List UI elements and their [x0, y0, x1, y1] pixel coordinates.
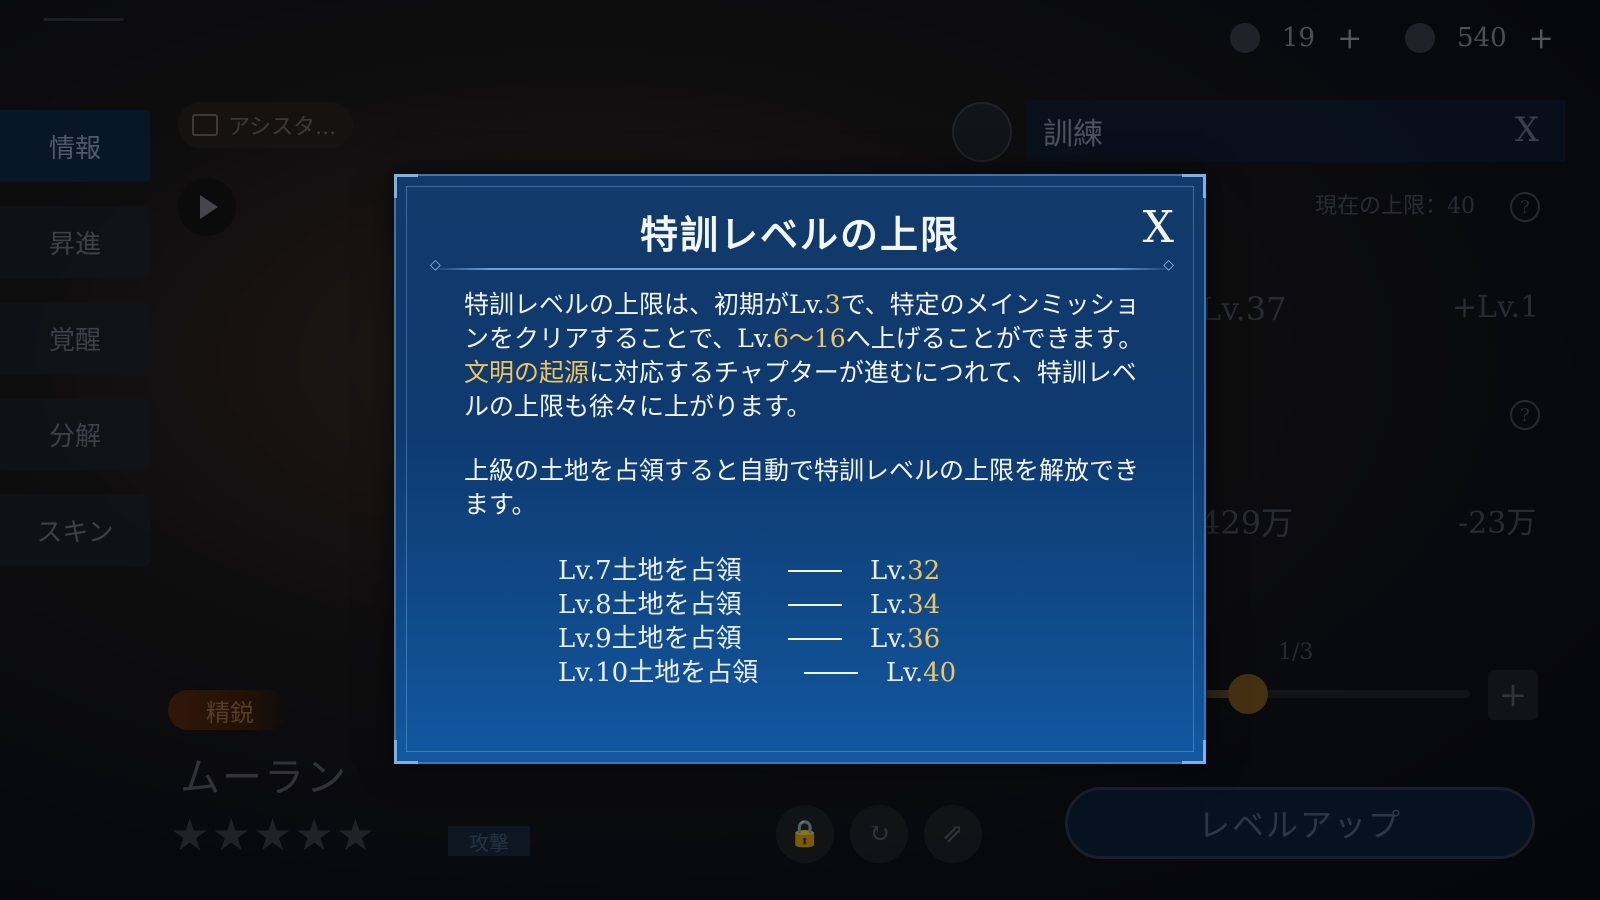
level-up-button[interactable]: レベルアップ	[1065, 787, 1535, 859]
separator-line	[788, 638, 842, 640]
help-icon[interactable]: ?	[1510, 192, 1540, 222]
tab-skin[interactable]: スキン	[0, 494, 150, 566]
level-value: 32	[907, 556, 941, 586]
dialog-title: 特訓レベルの上限	[639, 212, 960, 257]
page-indicator: 1/3	[1278, 640, 1314, 665]
power-value: 429万	[1200, 504, 1294, 542]
highlight-initial-level: 3	[824, 290, 841, 319]
unlock-row: Lv.10土地を占領 Lv.40	[558, 656, 956, 690]
separator-line	[804, 672, 858, 674]
power-delta: -23万	[1458, 506, 1537, 541]
territory-paragraph: 上級の土地を占領すると自動で特訓レベルの上限を解放できます。	[464, 456, 1140, 519]
unlock-condition: Lv.7土地を占領	[558, 556, 742, 586]
grade-badge: 精鋭	[168, 690, 288, 730]
reset-icon[interactable]: ↻	[850, 805, 908, 863]
level-value: 34	[907, 590, 941, 620]
resource-value: 19	[1282, 23, 1316, 53]
unlock-condition: Lv.10土地を占領	[558, 658, 759, 688]
hero-name: ムーラン	[180, 755, 348, 801]
tab-promotion[interactable]: 昇進	[0, 206, 150, 278]
assistant-button[interactable]: アシスタ...	[178, 102, 353, 148]
level-prefix: Lv.	[870, 624, 908, 654]
current-level: Lv.37	[1200, 290, 1287, 328]
unlock-condition: Lv.9土地を占領	[558, 624, 742, 654]
side-tabs: 情報 昇進 覚醒 分解 スキン	[0, 110, 150, 590]
dialog-body: 特訓レベルの上限は、初期がLv.3で、特定のメインミッションをクリアすることで、…	[464, 288, 1154, 552]
level-cap-dialog: 特訓レベルの上限 X 特訓レベルの上限は、初期がLv.3で、特定のメインミッショ…	[394, 174, 1206, 764]
assistant-icon	[192, 114, 218, 136]
play-voice-button[interactable]	[178, 178, 236, 236]
level-gain: +Lv.1	[1452, 290, 1540, 325]
corner-ornament	[394, 740, 418, 764]
corner-ornament	[394, 174, 418, 198]
title-divider	[430, 257, 1174, 273]
scroll-icon	[1405, 23, 1435, 53]
link-civilization-origin[interactable]: 文明の起源	[464, 358, 589, 387]
unlock-row: Lv.7土地を占領 Lv.32	[558, 554, 956, 588]
lock-icon[interactable]: 🔒	[776, 805, 834, 863]
add-helmet-button[interactable]: +	[1337, 21, 1362, 56]
unlock-level: Lv.32	[870, 554, 940, 588]
level-prefix: Lv.	[870, 590, 908, 620]
helmet-icon	[1230, 23, 1260, 53]
unlock-condition: Lv.8土地を占領	[558, 590, 742, 620]
star-rating: ★★★★★	[170, 810, 378, 861]
resource-scroll: 540 +	[1405, 18, 1554, 58]
level-prefix: Lv.	[870, 556, 908, 586]
resource-value: 540	[1457, 23, 1507, 53]
grade-label: 精鋭	[206, 698, 254, 727]
level-prefix: Lv.	[886, 658, 924, 688]
tab-info[interactable]: 情報	[0, 110, 150, 182]
tab-awaken[interactable]: 覚醒	[0, 302, 150, 374]
role-badge: 攻撃	[448, 826, 530, 856]
increase-button[interactable]: +	[1488, 670, 1538, 720]
unlock-level: Lv.34	[870, 588, 940, 622]
corner-ornament	[1182, 174, 1206, 198]
unlock-table: Lv.7土地を占領 Lv.32 Lv.8土地を占領 Lv.34 Lv.9土地を占…	[558, 554, 956, 690]
training-close-button[interactable]: X	[1515, 110, 1539, 150]
share-icon[interactable]: ⇗	[924, 805, 982, 863]
unlock-row: Lv.8土地を占領 Lv.34	[558, 588, 956, 622]
training-title: 訓練	[1043, 117, 1103, 152]
corner-ornament	[1182, 740, 1206, 764]
separator-line	[788, 570, 842, 572]
training-header: 訓練 X	[1025, 100, 1565, 162]
description-paragraph: 特訓レベルの上限は、初期がLv.3で、特定のメインミッションをクリアすることで、…	[464, 288, 1154, 424]
slider-handle[interactable]	[1228, 674, 1268, 714]
text: 特訓レベルの上限は、初期がLv.	[464, 290, 825, 319]
training-emblem-icon	[952, 102, 1012, 162]
level-value: 36	[907, 624, 941, 654]
tab-dismantle[interactable]: 分解	[0, 398, 150, 470]
assistant-label: アシスタ...	[228, 115, 337, 140]
add-scroll-button[interactable]: +	[1529, 21, 1554, 56]
highlight-level-range: 6～16	[772, 324, 846, 353]
unlock-level: Lv.36	[870, 622, 940, 656]
help-icon[interactable]: ?	[1510, 400, 1540, 430]
text: へ上げることができます。	[845, 324, 1144, 353]
unlock-level: Lv.40	[886, 656, 956, 690]
unlock-row: Lv.9土地を占領 Lv.36	[558, 622, 956, 656]
current-cap: 現在の上限：40	[1315, 194, 1475, 219]
resource-helmet: 19 +	[1230, 18, 1362, 58]
game-logo	[15, 18, 125, 68]
close-button[interactable]: X	[1143, 202, 1174, 253]
separator-line	[788, 604, 842, 606]
level-value: 40	[923, 658, 957, 688]
